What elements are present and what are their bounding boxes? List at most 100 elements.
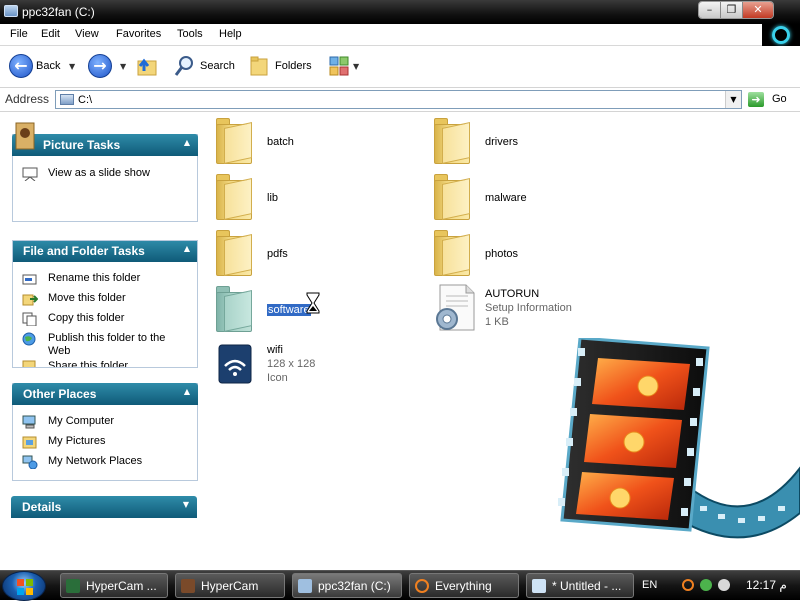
everything-tray-icon[interactable]	[682, 579, 694, 591]
go-arrow-icon[interactable]: ➜	[748, 92, 764, 107]
minimize-button[interactable]: –	[699, 2, 721, 18]
menu-file[interactable]: File	[10, 28, 28, 40]
file-item[interactable]: wifi 128 x 128 Icon	[206, 338, 406, 390]
file-name[interactable]: wifi	[267, 344, 283, 356]
place-label[interactable]: My Computer	[48, 415, 114, 428]
taskbar: HyperCam ... HyperCam ppc32fan (C:) Ever…	[0, 570, 800, 601]
up-folder-icon[interactable]	[135, 55, 159, 77]
back-button-label[interactable]: Back	[36, 60, 60, 72]
taskbar-label: * Untitled - ...	[552, 579, 622, 593]
collapse-icon[interactable]: ▲	[184, 387, 190, 396]
rename-icon	[22, 272, 38, 286]
taskbar-button-explorer[interactable]: ppc32fan (C:)	[292, 573, 402, 598]
clock[interactable]: 12:17 م	[746, 578, 787, 592]
task-label[interactable]: Publish this folder to the Web	[48, 332, 178, 358]
menu-edit[interactable]: Edit	[41, 28, 60, 40]
taskbar-button-hypercam-2[interactable]: HyperCam	[175, 573, 285, 598]
start-button[interactable]	[2, 571, 46, 601]
caption-buttons: – ❐ ✕	[698, 1, 774, 19]
hourglass-cursor-icon	[306, 292, 320, 314]
search-icon[interactable]	[173, 54, 195, 78]
move-icon	[22, 292, 39, 306]
picture-tasks-header[interactable]: Picture Tasks ▲	[12, 134, 198, 156]
place-label[interactable]: My Network Places	[48, 455, 142, 468]
file-name[interactable]: AUTORUN	[485, 288, 539, 300]
window-title: ppc32fan (C:)	[22, 5, 95, 19]
address-dropdown-icon[interactable]: ▼	[725, 91, 741, 108]
collapse-icon[interactable]: ▲	[184, 138, 190, 147]
taskbar-button-everything[interactable]: Everything	[409, 573, 519, 598]
file-name[interactable]: batch	[267, 136, 294, 148]
forward-arrow-icon[interactable]: →	[88, 54, 112, 78]
expand-icon[interactable]: ▼	[183, 500, 189, 509]
task-label[interactable]: Copy this folder	[48, 312, 124, 325]
go-label[interactable]: Go	[772, 93, 787, 105]
details-header[interactable]: Details ▼	[11, 496, 197, 518]
file-name[interactable]: photos	[485, 248, 518, 260]
menu-help[interactable]: Help	[219, 28, 242, 40]
folder-icon	[434, 118, 470, 164]
taskbar-button-hypercam-1[interactable]: HyperCam ...	[60, 573, 168, 598]
menu-bar: File Edit View Favorites Tools Help	[0, 24, 800, 46]
folder-item-selected[interactable]: software	[206, 282, 406, 334]
search-icon	[415, 579, 429, 593]
task-label[interactable]: Rename this folder	[48, 272, 140, 285]
taskbar-label: HyperCam ...	[86, 579, 157, 593]
folder-item[interactable]: drivers	[424, 114, 624, 166]
folder-item[interactable]: malware	[424, 170, 624, 222]
folder-item[interactable]: photos	[424, 226, 624, 278]
folder-icon	[216, 230, 252, 276]
back-arrow-icon[interactable]: ←	[9, 54, 33, 78]
menu-tools[interactable]: Tools	[177, 28, 203, 40]
back-dropdown-icon[interactable]: ▼	[69, 62, 75, 71]
menu-view[interactable]: View	[75, 28, 99, 40]
views-dropdown-icon[interactable]: ▼	[353, 62, 359, 71]
task-label[interactable]: Share this folder	[48, 360, 128, 367]
search-button[interactable]: Search	[200, 60, 235, 72]
collapse-icon[interactable]: ▲	[184, 244, 190, 253]
folder-item[interactable]: batch	[206, 114, 406, 166]
windows-logo-icon	[17, 579, 33, 595]
folders-button[interactable]: Folders	[275, 60, 312, 72]
file-item[interactable]: AUTORUN Setup Information 1 KB	[424, 282, 624, 332]
language-indicator[interactable]: EN	[642, 579, 657, 591]
file-name[interactable]: drivers	[485, 136, 518, 148]
other-places-panel: Other Places ▲ My Computer My Pictures M…	[12, 383, 198, 481]
task-pane: Picture Tasks ▲ View as a slide show Fil…	[0, 112, 206, 542]
file-name[interactable]: pdfs	[267, 248, 288, 260]
network-tray-icon[interactable]	[700, 579, 712, 591]
views-icon[interactable]	[329, 56, 351, 76]
other-places-header[interactable]: Other Places ▲	[12, 383, 198, 405]
folder-item[interactable]: lib	[206, 170, 406, 222]
file-name-rename-field[interactable]: software	[267, 304, 311, 316]
menu-favorites[interactable]: Favorites	[116, 28, 161, 40]
globe-icon	[22, 332, 38, 346]
address-input[interactable]: C:\ ▼	[55, 90, 742, 109]
close-button[interactable]: ✕	[743, 2, 773, 18]
title-bar[interactable]: ppc32fan (C:) – ❐ ✕	[0, 0, 800, 24]
place-label[interactable]: My Pictures	[48, 435, 105, 448]
windows-logo-icon	[762, 24, 800, 46]
file-folder-tasks-header[interactable]: File and Folder Tasks ▲	[13, 241, 197, 262]
copy-icon	[22, 312, 38, 327]
go-button[interactable]: ➜ Go	[748, 92, 796, 108]
panel-title: Other Places	[23, 387, 97, 401]
volume-tray-icon[interactable]	[718, 579, 730, 591]
folders-icon[interactable]	[249, 54, 271, 78]
task-label[interactable]: View as a slide show	[48, 167, 150, 180]
panel-title: File and Folder Tasks	[23, 244, 145, 258]
file-name[interactable]: malware	[485, 192, 527, 204]
taskbar-button-notepad[interactable]: * Untitled - ...	[526, 573, 634, 598]
file-name[interactable]: lib	[267, 192, 278, 204]
address-value[interactable]: C:\	[78, 94, 92, 106]
file-size: 1 KB	[485, 316, 509, 328]
system-tray: EN 12:17 م	[640, 573, 800, 598]
forward-dropdown-icon[interactable]: ▼	[120, 62, 126, 71]
restore-button[interactable]: ❐	[721, 2, 743, 18]
taskbar-label: Everything	[435, 579, 492, 593]
picture-tasks-panel: Picture Tasks ▲ View as a slide show	[12, 122, 198, 222]
task-label[interactable]: Move this folder	[48, 292, 126, 305]
folder-icon	[216, 286, 252, 332]
folder-item[interactable]: pdfs	[206, 226, 406, 278]
pictures-icon	[22, 435, 38, 449]
